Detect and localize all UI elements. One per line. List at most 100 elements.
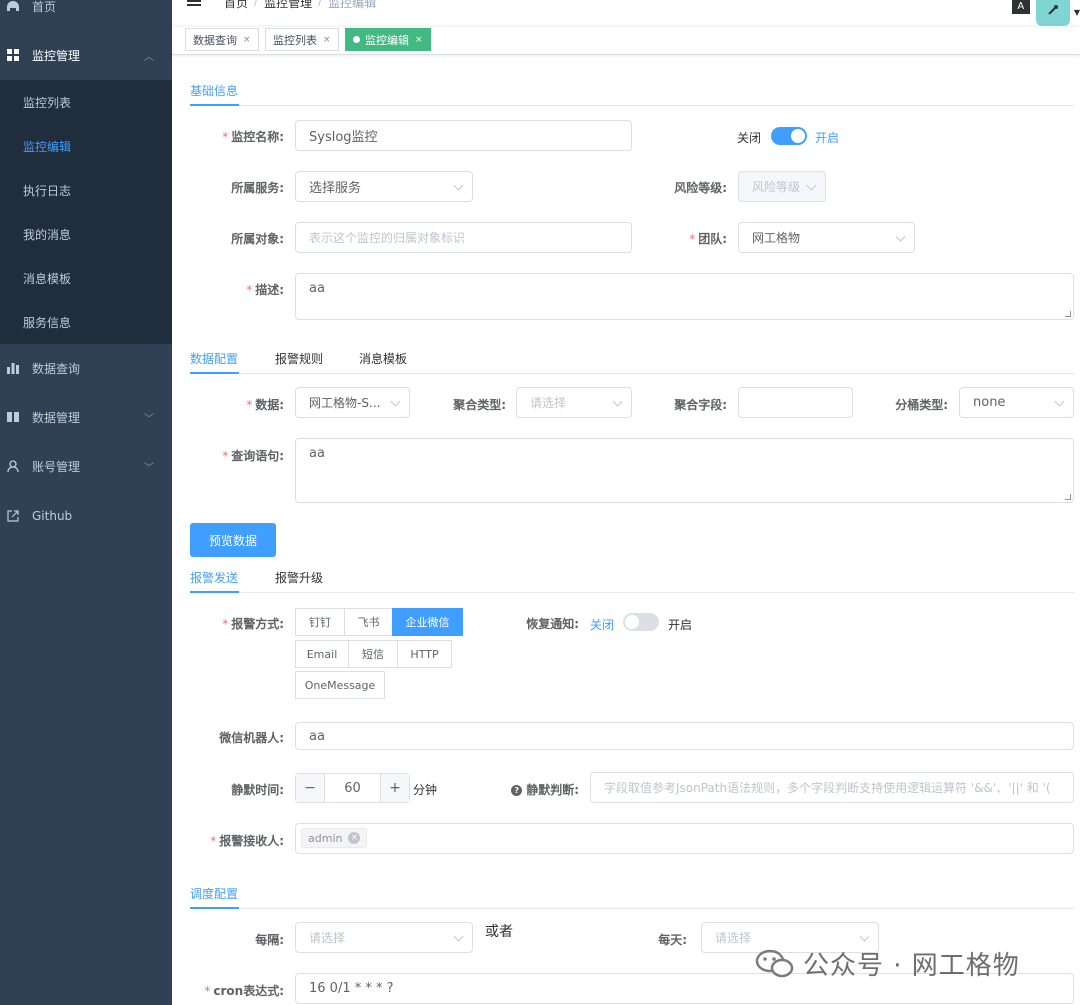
chevron-up-icon: ︿ [144,51,154,63]
preview-data-button[interactable]: 预览数据 [190,523,276,557]
bucket-type-label: 分桶类型: [895,398,948,412]
chevron-down-icon [453,180,464,191]
close-icon: × [348,832,361,844]
method-sms[interactable]: 短信 [348,640,398,668]
resize-handle-icon [1065,311,1071,317]
silent-time-label: 静默时间: [231,783,284,797]
bar-chart-icon [6,361,20,375]
tag-monitor-list[interactable]: 监控列表 × [265,28,339,51]
tab-alert-send[interactable]: 报警发送 [190,569,238,586]
breadcrumb-monitor-mgmt[interactable]: 监控管理 [264,0,312,11]
sidebar-item-label: 监控管理 [32,48,81,63]
sidebar-item-label: 账号管理 [32,459,81,474]
method-dingtalk[interactable]: 钉钉 [295,608,345,636]
divider [190,373,1074,374]
sidebar-item-monitor-mgmt[interactable]: 监控管理 ︿ [0,33,172,77]
navbar-right: A ▼ [1011,0,1080,26]
sidebar-item-data-mgmt[interactable]: 数据管理 ﹀ [0,395,172,439]
team-label: * 团队: [689,232,727,246]
chevron-down-icon [612,396,623,407]
data-select[interactable]: 网工格物-S... [295,387,410,418]
chevron-down-icon [859,931,870,942]
description-textarea[interactable]: aa [295,273,1074,320]
sidebar-item-account-mgmt[interactable]: 账号管理 ﹀ [0,444,172,488]
agg-type-label: 聚合类型: [453,398,506,412]
method-onemessage[interactable]: OneMessage [295,671,385,699]
wechat-bot-input[interactable]: aa [295,722,1074,750]
sidebar-item-msg-template[interactable]: 消息模板 [0,256,172,300]
agg-type-select[interactable]: 请选择 [516,387,632,418]
breadcrumb-home[interactable]: 首页 [224,0,248,11]
agg-field-input[interactable] [738,387,853,418]
query-textarea[interactable]: aa [295,438,1074,503]
tab-data-config[interactable]: 数据配置 [190,350,238,367]
object-label: 所属对象: [231,232,284,246]
chevron-down-icon: ﹀ [144,413,154,425]
receiver-chip[interactable]: admin × [301,828,368,848]
language-icon[interactable]: A [1011,0,1030,14]
tag-data-query[interactable]: 数据查询 × [185,28,259,51]
help-icon: ? [511,785,523,796]
silent-judge-input[interactable]: 字段取值参考JsonPath语法规则，多个字段判断支持使用逻辑运算符 '&&'、… [590,772,1074,803]
sidebar-item-home[interactable]: 首页 [0,0,172,28]
method-email[interactable]: Email [295,640,349,668]
enable-switch[interactable] [771,127,807,145]
object-input[interactable]: 表示这个监控的归属对象标识 [295,222,632,253]
sidebar-item-github[interactable]: Github [0,494,172,538]
sidebar-submenu: 监控列表 监控编辑 执行日志 我的消息 消息模板 服务信息 [0,80,172,344]
close-icon[interactable]: × [415,35,423,45]
close-icon[interactable]: × [323,35,331,45]
divider [190,105,1074,106]
tab-alert-escalate[interactable]: 报警升级 [275,569,323,586]
hamburger-icon[interactable] [187,0,201,10]
cron-label: * cron表达式: [204,984,284,998]
risk-level-label: 风险等级: [674,181,727,195]
tab-schedule-config[interactable]: 调度配置 [190,885,238,902]
sidebar-item-data-query[interactable]: 数据查询 [0,346,172,390]
tab-alert-rules[interactable]: 报警规则 [275,350,323,367]
every-select[interactable]: 请选择 [295,922,473,953]
tab-basic-info[interactable]: 基础信息 [190,82,238,99]
tag-monitor-edit[interactable]: 监控编辑 × [345,28,431,51]
method-wecom[interactable]: 企业微信 [392,608,463,636]
sidebar-item-my-messages[interactable]: 我的消息 [0,212,172,256]
watermark: 公众号 · 网工格物 [755,945,1020,982]
service-select[interactable]: 选择服务 [295,171,473,202]
method-feishu[interactable]: 飞书 [344,608,393,636]
silent-time-stepper[interactable]: − 60 + [295,773,410,803]
sidebar-item-service-info[interactable]: 服务信息 [0,300,172,344]
method-http[interactable]: HTTP [397,640,452,668]
decrement-button[interactable]: − [296,774,324,802]
wechat-bot-label: 微信机器人: [219,731,284,745]
close-icon[interactable]: × [243,35,251,45]
avatar[interactable] [1035,0,1070,26]
sidebar-item-label: 首页 [32,0,57,14]
breadcrumb-current: 监控编辑 [328,0,377,10]
bucket-type-select[interactable]: none [959,387,1074,418]
recover-switch[interactable] [623,613,659,631]
switch-on-label: 开启 [815,131,840,145]
every-label: 每隔: [255,933,284,947]
receiver-select[interactable] [295,823,1074,854]
tab-message-template[interactable]: 消息模板 [359,350,407,367]
sidebar-item-monitor-list[interactable]: 监控列表 [0,80,172,124]
sidebar-item-exec-log[interactable]: 执行日志 [0,168,172,212]
chevron-down-icon [895,231,906,242]
increment-button[interactable]: + [381,774,409,802]
risk-level-select[interactable]: 风险等级 [738,171,826,202]
sidebar-item-monitor-edit[interactable]: 监控编辑 [0,124,172,168]
switch-off-label: 关闭 [737,131,762,145]
resize-handle-icon [1065,494,1071,500]
tag-label: 监控编辑 [365,33,409,47]
recover-off-label: 关闭 [590,618,615,632]
team-select[interactable]: 网工格物 [738,222,915,253]
silent-time-value[interactable]: 60 [324,774,381,802]
tab-underline [190,104,239,106]
external-link-icon [6,509,20,523]
recover-notice-label: 恢复通知: [526,617,579,631]
recover-on-label: 开启 [668,618,693,632]
caret-down-icon[interactable]: ▼ [1074,8,1080,17]
tab-underline [190,907,239,909]
alert-method-label: * 报警方式: [222,617,284,631]
monitor-name-input[interactable]: Syslog监控 [295,120,632,151]
